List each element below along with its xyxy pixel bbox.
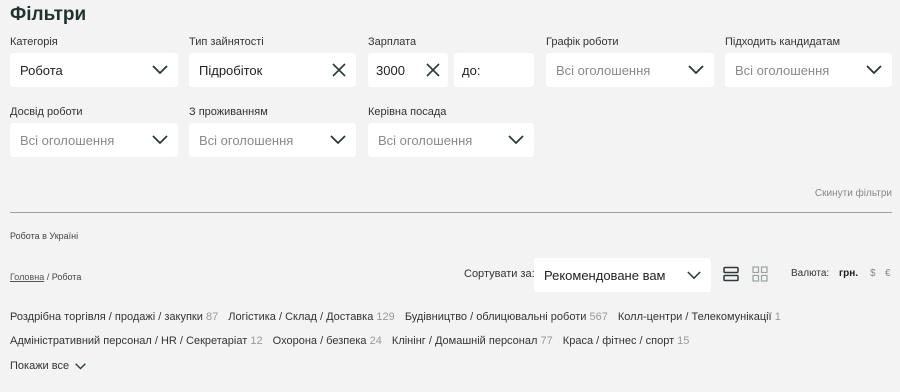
show-all-button[interactable]: Покажи все xyxy=(10,360,86,372)
sort-label: Сортувати за: xyxy=(464,268,535,280)
category-link[interactable]: Логістика / Склад / Доставка 129 xyxy=(228,311,394,323)
employment-select[interactable]: Підробіток xyxy=(189,53,356,87)
category-link[interactable]: Будівництво / облицювальні роботи 567 xyxy=(405,311,608,323)
list-view-icon[interactable] xyxy=(723,266,739,287)
suits-label: Підходить кандидатам xyxy=(725,36,841,48)
page-title: Фільтри xyxy=(10,4,87,25)
chevron-down-icon xyxy=(688,65,704,75)
suits-placeholder: Всі оголошення xyxy=(735,62,830,78)
chevron-down-icon xyxy=(152,135,168,145)
sort-value: Рекомендоване вам xyxy=(544,267,666,283)
category-link[interactable]: Роздрібна торгівля / продажі / закупки 8… xyxy=(10,311,218,323)
salary-to-input[interactable]: до: xyxy=(454,53,534,87)
reset-filters-link[interactable]: Скинути фільтри xyxy=(815,188,892,199)
experience-placeholder: Всі оголошення xyxy=(20,132,115,148)
category-link[interactable]: Краса / фітнес / спорт 15 xyxy=(563,335,690,347)
employment-label: Тип зайнятості xyxy=(189,36,264,48)
breadcrumb: Головна / Робота xyxy=(10,272,81,282)
chevron-down-icon xyxy=(687,270,701,280)
chevron-down-icon xyxy=(508,135,524,145)
category-link[interactable]: Колл-центри / Телекомунікації 1 xyxy=(618,311,781,323)
schedule-label: Графік роботи xyxy=(546,36,619,48)
management-select[interactable]: Всі оголошення xyxy=(368,123,534,157)
breadcrumb-home-link[interactable]: Головна xyxy=(10,272,44,282)
divider xyxy=(10,212,892,213)
currency-usd[interactable]: $ xyxy=(870,268,876,279)
salary-from-value: 3000 xyxy=(376,62,405,78)
chevron-down-icon xyxy=(152,65,168,75)
salary-label: Зарплата xyxy=(368,36,417,48)
breadcrumb-separator: / xyxy=(44,272,52,282)
location-title: Робота в Україні xyxy=(10,231,79,241)
category-select[interactable]: Робота xyxy=(10,53,178,87)
category-list-row-1: Роздрібна торгівля / продажі / закупки 8… xyxy=(10,311,788,323)
experience-label: Досвід роботи xyxy=(10,106,83,118)
housing-select[interactable]: Всі оголошення xyxy=(189,123,356,157)
category-list-row-2: Адміністративний персонал / HR / Секрета… xyxy=(10,335,696,347)
chevron-down-icon xyxy=(330,135,346,145)
management-label: Керівна посада xyxy=(368,106,447,118)
currency-eur[interactable]: € xyxy=(885,268,891,279)
category-link[interactable]: Клінінг / Домашній персонал 77 xyxy=(392,335,553,347)
category-link[interactable]: Адміністративний персонал / HR / Секрета… xyxy=(10,335,263,347)
schedule-select[interactable]: Всі оголошення xyxy=(546,53,714,87)
experience-select[interactable]: Всі оголошення xyxy=(10,123,178,157)
breadcrumb-current: Робота xyxy=(51,272,82,282)
show-all-label: Покажи все xyxy=(10,360,70,372)
close-icon[interactable] xyxy=(332,63,346,77)
chevron-down-icon xyxy=(866,65,882,75)
category-value: Робота xyxy=(20,62,63,78)
management-placeholder: Всі оголошення xyxy=(378,132,473,148)
close-icon[interactable] xyxy=(426,63,440,77)
category-label: Категорія xyxy=(10,36,58,48)
sort-select[interactable]: Рекомендоване вам xyxy=(534,258,711,292)
housing-placeholder: Всі оголошення xyxy=(199,132,294,148)
housing-label: З проживанням xyxy=(189,106,268,118)
currency-label: Валюта: xyxy=(791,268,830,279)
grid-view-icon[interactable] xyxy=(752,266,768,287)
chevron-down-icon xyxy=(75,362,86,370)
category-link[interactable]: Охорона / безпека 24 xyxy=(273,335,382,347)
schedule-placeholder: Всі оголошення xyxy=(556,62,651,78)
currency-uah[interactable]: грн. xyxy=(839,268,858,279)
salary-from-input[interactable]: 3000 xyxy=(368,53,448,87)
suits-select[interactable]: Всі оголошення xyxy=(725,53,892,87)
salary-to-placeholder: до: xyxy=(462,62,481,78)
employment-value: Підробіток xyxy=(199,62,263,78)
